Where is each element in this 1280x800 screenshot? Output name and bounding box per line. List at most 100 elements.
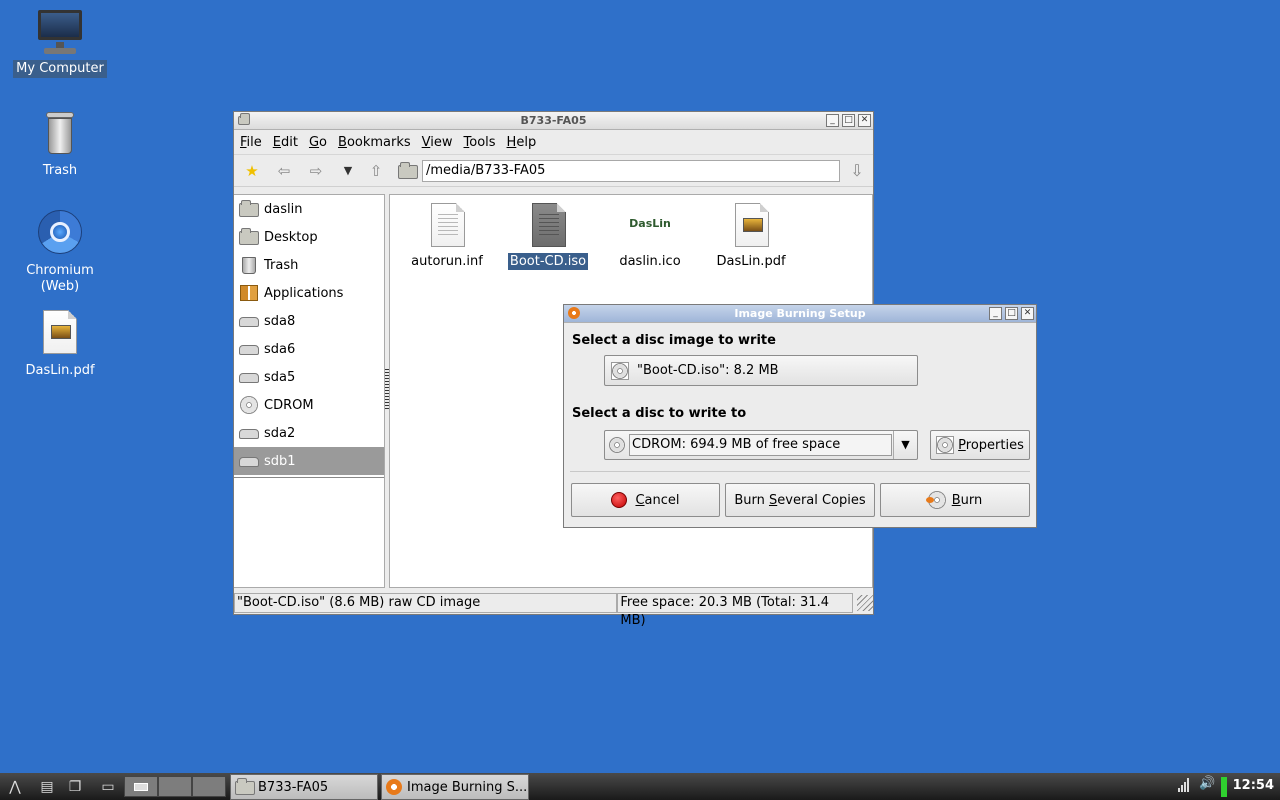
- resize-grip[interactable]: [857, 595, 873, 611]
- sidebar-item-cdrom[interactable]: CDROM: [234, 391, 384, 419]
- pdf-document-icon: [36, 310, 84, 358]
- sidebar-item-sda5[interactable]: sda5: [234, 363, 384, 391]
- up-arrow-icon[interactable]: ⇧: [364, 159, 388, 183]
- dialog-divider: [570, 471, 1030, 472]
- disc-image-button[interactable]: "Boot-CD.iso": 8.2 MB: [604, 355, 918, 386]
- select-image-heading: Select a disc image to write: [572, 333, 776, 348]
- sidebar-item-sda8[interactable]: sda8: [234, 307, 384, 335]
- sidebar-item-sdb1[interactable]: sdb1: [234, 447, 384, 475]
- menu-bookmarks[interactable]: Bookmarks: [338, 135, 411, 150]
- dialog-titlebar[interactable]: Image Burning Setup _ □ ✕: [564, 305, 1036, 323]
- brasero-icon: [568, 307, 580, 319]
- task-image-burning[interactable]: Image Burning S...: [381, 774, 529, 800]
- drive-icon: [238, 367, 260, 387]
- trash-icon: [238, 255, 260, 275]
- task-file-manager[interactable]: B733-FA05: [230, 774, 378, 800]
- clock[interactable]: 12:54: [1233, 778, 1274, 793]
- statusbar: "Boot-CD.iso" (8.6 MB) raw CD image Free…: [234, 592, 873, 628]
- file-item-daslin-ico[interactable]: DasLin daslin.ico: [605, 203, 695, 270]
- windows-launcher-icon[interactable]: ❐: [64, 776, 86, 798]
- disc-select[interactable]: CDROM: 694.9 MB of free space ▼: [604, 430, 918, 460]
- disc-image-icon: [530, 203, 566, 247]
- close-button[interactable]: ✕: [1021, 307, 1034, 320]
- burn-icon: [925, 491, 946, 509]
- text-document-icon: [429, 203, 465, 247]
- maximize-button[interactable]: □: [842, 114, 855, 127]
- cancel-button[interactable]: Cancel: [571, 483, 720, 517]
- image-icon: DasLin: [629, 217, 671, 230]
- desktop-icon-label: Trash: [42, 163, 78, 178]
- go-down-arrow-icon[interactable]: ⇩: [847, 161, 867, 181]
- workspace-3[interactable]: [192, 776, 226, 797]
- desktop-folder-icon: [238, 227, 260, 247]
- menu-go[interactable]: Go: [309, 135, 327, 150]
- menu-file[interactable]: File: [240, 135, 262, 150]
- sidebar-item-daslin[interactable]: daslin: [234, 195, 384, 223]
- cdrom-icon: [238, 395, 260, 415]
- status-selection-info: "Boot-CD.iso" (8.6 MB) raw CD image: [234, 593, 618, 613]
- dialog-title: Image Burning Setup: [734, 307, 866, 320]
- places-sidebar: daslin Desktop Trash Applications sda8 s…: [234, 194, 385, 588]
- folder-icon: [235, 778, 255, 795]
- volume-icon[interactable]: 🔊: [1199, 776, 1215, 791]
- desktop-icon-trash[interactable]: Trash: [10, 110, 110, 180]
- toolbar: ★ ⇦ ⇨ ▼ ⇧ /media/B733-FA05 ⇩: [234, 155, 873, 187]
- maximize-button[interactable]: □: [1005, 307, 1018, 320]
- workspace-1[interactable]: [124, 776, 158, 797]
- properties-icon: [936, 436, 955, 454]
- show-desktop-icon[interactable]: ▭: [97, 776, 119, 798]
- sidebar-item-trash[interactable]: Trash: [234, 251, 384, 279]
- start-menu-icon[interactable]: ⋀: [4, 776, 26, 798]
- applications-icon: [238, 283, 260, 303]
- properties-button[interactable]: Properties: [930, 430, 1030, 460]
- menu-view[interactable]: View: [422, 135, 453, 150]
- sidebar-item-applications[interactable]: Applications: [234, 279, 384, 307]
- desktop-icon-label: My Computer: [13, 60, 107, 78]
- burn-several-copies-button[interactable]: Burn Several Copies: [725, 483, 875, 517]
- desktop-icon-chromium[interactable]: Chromium (Web): [10, 210, 110, 296]
- folder-icon: [238, 113, 250, 126]
- desktop-icon-label: Chromium (Web): [26, 263, 94, 294]
- home-icon[interactable]: [396, 159, 420, 183]
- desktop-icon-my-computer[interactable]: My Computer: [10, 8, 110, 78]
- menu-tools[interactable]: Tools: [464, 135, 496, 150]
- back-arrow-icon[interactable]: ⇦: [272, 159, 296, 183]
- close-button[interactable]: ✕: [858, 114, 871, 127]
- new-tab-star-icon[interactable]: ★: [240, 159, 264, 183]
- disc-select-value: CDROM: 694.9 MB of free space: [629, 434, 892, 456]
- taskbar: ⋀ ▤ ❐ ▭ B733-FA05 Image Burning S... 🔊 1…: [0, 773, 1280, 800]
- trash-icon: [36, 110, 84, 158]
- sidebar-divider: [234, 477, 384, 478]
- workspace-2[interactable]: [158, 776, 192, 797]
- pdf-document-icon: [733, 203, 769, 247]
- file-item-autorun[interactable]: autorun.inf: [402, 203, 492, 270]
- sidebar-item-desktop[interactable]: Desktop: [234, 223, 384, 251]
- battery-indicator: [1221, 777, 1227, 797]
- sidebar-item-sda2[interactable]: sda2: [234, 419, 384, 447]
- disc-image-icon: [611, 361, 629, 380]
- burn-button[interactable]: Burn: [880, 483, 1030, 517]
- file-manager-titlebar[interactable]: B733-FA05 _ □ ✕: [234, 112, 873, 130]
- forward-arrow-icon[interactable]: ⇨: [304, 159, 328, 183]
- chromium-icon: [36, 210, 84, 258]
- menu-edit[interactable]: Edit: [273, 135, 298, 150]
- select-disc-heading: Select a disc to write to: [572, 406, 747, 421]
- sidebar-item-sda6[interactable]: sda6: [234, 335, 384, 363]
- minimize-button[interactable]: _: [826, 114, 839, 127]
- address-input[interactable]: /media/B733-FA05: [422, 160, 840, 182]
- file-manager-launcher-icon[interactable]: ▤: [36, 776, 58, 798]
- cdrom-icon: [609, 437, 625, 453]
- desktop-icon-label: DasLin.pdf: [25, 363, 95, 378]
- chevron-down-icon[interactable]: ▼: [893, 431, 917, 459]
- desktop-icon-daslin-pdf[interactable]: DasLin.pdf: [10, 310, 110, 380]
- window-title: B733-FA05: [520, 114, 587, 127]
- minimize-button[interactable]: _: [989, 307, 1002, 320]
- file-item-boot-cd-iso[interactable]: Boot-CD.iso: [503, 203, 593, 270]
- network-signal-icon[interactable]: [1178, 778, 1189, 792]
- file-item-daslin-pdf[interactable]: DasLin.pdf: [706, 203, 796, 270]
- brasero-icon: [386, 779, 402, 795]
- history-dropdown-icon[interactable]: ▼: [336, 159, 360, 183]
- menu-help[interactable]: Help: [507, 135, 537, 150]
- drive-icon: [238, 311, 260, 331]
- drive-icon: [238, 451, 260, 471]
